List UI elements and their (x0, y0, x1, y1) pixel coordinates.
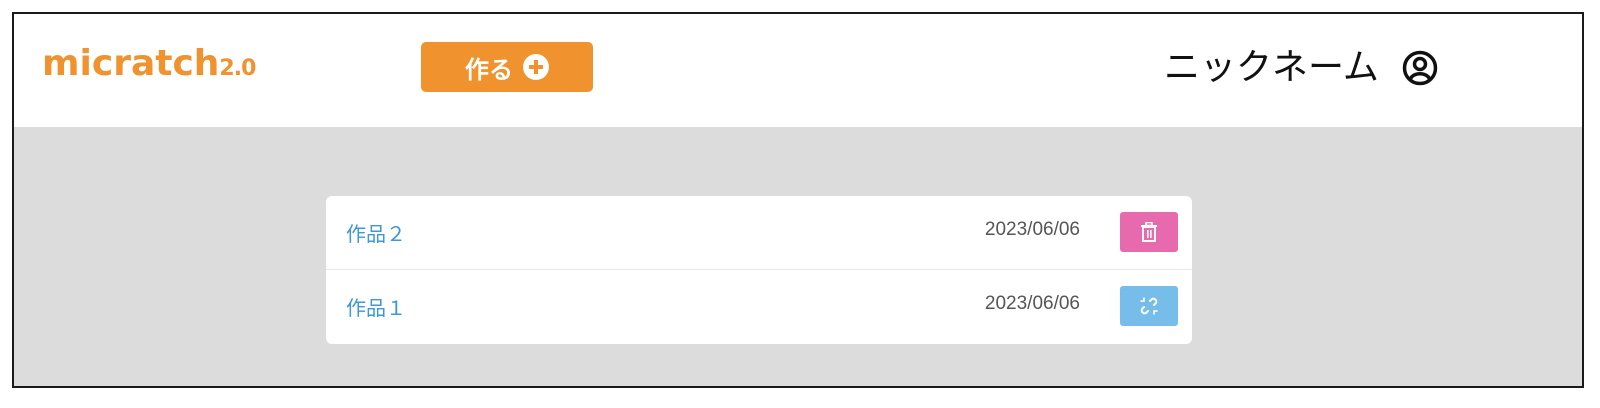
app-frame: micratch2.0 作る ニックネーム 作品２ 2023/06/06 作品１… (12, 12, 1584, 388)
trash-icon (1141, 222, 1157, 242)
work-date: 2023/06/06 (984, 293, 1080, 314)
nickname[interactable]: ニックネーム (1164, 44, 1379, 92)
work-title[interactable]: 作品２ (346, 218, 406, 247)
logo-text: micratch (42, 43, 220, 84)
unlink-icon (1140, 297, 1158, 315)
work-title[interactable]: 作品１ (346, 292, 406, 321)
create-button[interactable]: 作る (421, 42, 593, 92)
work-date: 2023/06/06 (984, 219, 1080, 240)
user-account-icon[interactable] (1402, 50, 1438, 86)
list-item: 作品２ 2023/06/06 (326, 196, 1192, 269)
list-item: 作品１ 2023/06/06 (326, 269, 1192, 342)
header: micratch2.0 作る ニックネーム (14, 14, 1582, 127)
logo-version: 2.0 (219, 56, 256, 81)
logo[interactable]: micratch2.0 (42, 40, 256, 93)
plus-circle-icon (523, 54, 549, 80)
unlink-button[interactable] (1120, 286, 1178, 326)
delete-button[interactable] (1120, 212, 1178, 252)
works-list: 作品２ 2023/06/06 作品１ 2023/06/06 (326, 196, 1192, 344)
create-button-label: 作る (465, 55, 513, 84)
